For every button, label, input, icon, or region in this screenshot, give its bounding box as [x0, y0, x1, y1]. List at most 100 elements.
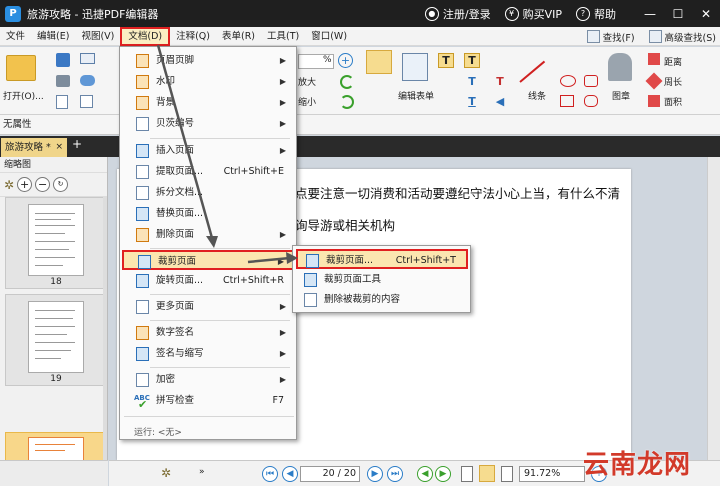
thumbnail-page[interactable]: 18: [5, 197, 105, 289]
thumbnail-rotate-icon[interactable]: ↻: [53, 177, 69, 192]
perimeter-tool-icon[interactable]: [648, 95, 660, 107]
single-page-view-icon[interactable]: [461, 466, 473, 482]
buy-vip-button[interactable]: ¥ 购买VIP: [504, 6, 562, 22]
edit-form-label[interactable]: 编辑表单: [398, 89, 434, 102]
menu-item-split-document[interactable]: 拆分文档...: [122, 183, 294, 203]
menu-item-more-pages[interactable]: 更多页面 ▶: [122, 297, 294, 317]
minimize-button[interactable]: —: [636, 0, 664, 27]
stamp-icon[interactable]: [608, 53, 632, 81]
register-login-button[interactable]: ● 注册/登录: [424, 6, 491, 22]
thumbnail-zoom-out-icon[interactable]: −: [35, 177, 51, 192]
zoom-out-label[interactable]: 缩小: [298, 95, 316, 108]
tab-travel-guide[interactable]: 旅游攻略 * ×: [1, 138, 67, 157]
open-folder-icon[interactable]: [6, 55, 36, 81]
properties-icon[interactable]: [80, 95, 93, 108]
last-page-button[interactable]: ⏭: [387, 466, 403, 482]
stamp-label[interactable]: 图章: [612, 89, 630, 102]
menu-item-sign-initial[interactable]: 签名与缩写 ▶: [122, 344, 294, 364]
menu-tools[interactable]: 工具(T): [261, 27, 305, 46]
polygon-shape-icon[interactable]: [584, 75, 598, 87]
nav-expand-icon[interactable]: »: [199, 467, 205, 477]
menu-item-background[interactable]: 背景 ▶: [122, 93, 294, 113]
save-icon[interactable]: [56, 53, 70, 67]
document-vertical-scrollbar[interactable]: [707, 157, 720, 460]
back-button[interactable]: ◀: [417, 466, 433, 482]
help-button[interactable]: ? 帮助: [576, 6, 616, 22]
close-window-button[interactable]: ✕: [692, 0, 720, 27]
rectangle-shape-icon[interactable]: [560, 95, 574, 107]
menu-item-insert-pages[interactable]: 插入页面 ▶: [122, 141, 294, 161]
tab-close-icon[interactable]: ×: [55, 138, 63, 157]
submenu-item-crop-pages[interactable]: 裁剪页面... Ctrl+Shift+T: [296, 249, 468, 269]
menu-item-delete-pages[interactable]: 删除页面 ▶: [122, 225, 294, 245]
zoom-dropdown[interactable]: %: [298, 54, 334, 69]
thumbnail-toolbar: ✲ + − ↻: [0, 173, 107, 197]
menu-view[interactable]: 视图(V): [75, 27, 120, 46]
first-page-button[interactable]: ⏮: [262, 466, 278, 482]
perimeter-label[interactable]: 周长: [664, 75, 682, 88]
submenu-item-delete-cropped[interactable]: 删除被裁剪的内容: [296, 290, 468, 310]
new-tab-icon[interactable]: +: [72, 137, 82, 151]
thumbnail-page[interactable]: 19: [5, 294, 105, 386]
two-page-view-icon[interactable]: [501, 466, 513, 482]
encrypt-icon: [136, 373, 149, 387]
previous-page-button[interactable]: ◀: [282, 466, 298, 482]
circle-shape-icon[interactable]: [560, 75, 576, 87]
menu-item-extract-pages[interactable]: 提取页面... Ctrl+Shift+E: [122, 162, 294, 182]
zoom-plus-icon[interactable]: +: [338, 53, 353, 68]
mail-icon[interactable]: [80, 53, 95, 64]
zoom-level-select[interactable]: 91.72%: [519, 466, 585, 482]
maximize-button[interactable]: ☐: [664, 0, 692, 27]
next-page-button[interactable]: ▶: [367, 466, 383, 482]
rotate-right-icon[interactable]: [340, 95, 354, 109]
eraser-icon[interactable]: [648, 53, 660, 65]
open-button-label[interactable]: 打开(O)...: [3, 89, 44, 102]
menu-item-bates-numbering[interactable]: 贝茨编号 ▶: [122, 114, 294, 134]
menu-form[interactable]: 表单(R): [216, 27, 261, 46]
cloud-shape-icon[interactable]: [584, 95, 598, 107]
area-label[interactable]: 面积: [664, 95, 682, 108]
line-tool-label[interactable]: 线条: [528, 89, 546, 102]
menu-item-digital-signature[interactable]: 数字签名 ▶: [122, 323, 294, 343]
advanced-find-button[interactable]: 高级查找(S): [648, 30, 716, 44]
menu-document[interactable]: 文档(D): [120, 26, 171, 46]
menu-comment[interactable]: 注释(Q): [170, 27, 216, 46]
find-button[interactable]: 查找(F): [586, 30, 635, 44]
thumbnail-scrollbar[interactable]: [103, 197, 107, 486]
menu-item-watermark[interactable]: 水印 ▶: [122, 72, 294, 92]
cloud-upload-icon[interactable]: [80, 75, 95, 86]
menu-item-spell-check[interactable]: ABC ✔ 拼写检查 F7: [122, 391, 294, 411]
page-icon[interactable]: [56, 95, 68, 109]
menu-item-encrypt[interactable]: 加密 ▶: [122, 370, 294, 390]
text-tool-icon[interactable]: T: [438, 53, 454, 68]
page-number-input[interactable]: 20 / 20: [300, 466, 360, 482]
menu-window[interactable]: 窗口(W): [305, 27, 353, 46]
zoom-in-label[interactable]: 放大: [298, 75, 316, 88]
continuous-view-icon[interactable]: [479, 465, 495, 482]
print-icon[interactable]: [56, 75, 70, 87]
nav-settings-icon[interactable]: ✲: [161, 466, 171, 480]
menu-item-header-footer[interactable]: 页眉页脚 ▶: [122, 51, 294, 71]
highlight-text-icon[interactable]: T: [464, 75, 480, 89]
ribbon-toolbar: 打开(O)... % 放大 缩小 + 编辑表单 T T T T T ◀ 线条 图…: [0, 47, 720, 115]
thumbnail-zoom-in-icon[interactable]: +: [17, 177, 33, 192]
menu-item-crop-pages[interactable]: 裁剪页面 ▶: [122, 250, 294, 270]
text-box-icon[interactable]: T: [464, 53, 480, 68]
distance-label[interactable]: 距离: [664, 55, 682, 68]
sound-icon[interactable]: ◀: [492, 95, 508, 109]
distance-tool-icon[interactable]: [645, 72, 663, 90]
menu-item-replace-pages[interactable]: 替换页面...: [122, 204, 294, 224]
line-tool-icon[interactable]: [519, 60, 546, 83]
select-tool-icon[interactable]: [366, 50, 392, 74]
edit-form-icon[interactable]: [402, 53, 428, 81]
menu-file[interactable]: 文件: [0, 27, 31, 46]
forward-button[interactable]: ▶: [435, 466, 451, 482]
menu-edit[interactable]: 编辑(E): [31, 27, 75, 46]
thumbnail-settings-icon[interactable]: ✲: [4, 178, 14, 192]
strikeout-text-icon[interactable]: T: [492, 75, 508, 89]
menu-bar: 文件 编辑(E) 视图(V) 文档(D) 注释(Q) 表单(R) 工具(T) 窗…: [0, 26, 720, 46]
underline-text-icon[interactable]: T: [464, 95, 480, 109]
rotate-left-icon[interactable]: [340, 75, 354, 89]
submenu-item-crop-tool[interactable]: 裁剪页面工具: [296, 270, 468, 290]
menu-item-rotate-pages[interactable]: 旋转页面... Ctrl+Shift+R: [122, 271, 294, 291]
